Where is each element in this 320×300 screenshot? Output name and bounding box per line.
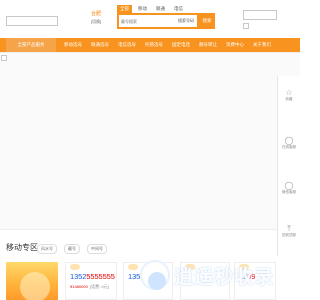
search-tab-telecom[interactable]: 电信 bbox=[171, 5, 186, 13]
card-decoration bbox=[70, 264, 80, 270]
search-tab-mobile[interactable]: 移动 bbox=[135, 5, 150, 13]
search-tab-unicom[interactable]: 联通 bbox=[153, 5, 168, 13]
nav-item-hosted[interactable]: 托管选号 bbox=[145, 38, 163, 52]
to-top-icon: ⤒ bbox=[287, 224, 291, 233]
switch-city-link[interactable]: [切换] bbox=[91, 19, 101, 25]
sidebar-label: 收藏 bbox=[285, 97, 293, 101]
search-box: 搜索号码 bbox=[117, 13, 199, 29]
nav-item-telecom[interactable]: 电信选号 bbox=[118, 38, 136, 52]
site-logo-image[interactable] bbox=[6, 16, 58, 26]
nav-all-products[interactable]: 全部产品服务 bbox=[6, 38, 56, 52]
section-filters: 风水号 靓号 中间号 bbox=[37, 244, 114, 254]
filter-middle[interactable]: 中间号 bbox=[87, 244, 107, 254]
watermark-logo-icon bbox=[140, 260, 170, 290]
filter-lucky[interactable]: 靓号 bbox=[64, 244, 80, 254]
sidebar-back-to-top[interactable]: ⤒ 回到顶部 bbox=[278, 224, 300, 238]
filter-fengshui[interactable]: 风水号 bbox=[37, 244, 57, 254]
banner-area bbox=[0, 52, 300, 230]
star-icon: ☆ bbox=[285, 88, 293, 97]
promo-decoration bbox=[20, 272, 50, 300]
nav-item-mobile[interactable]: 移动选号 bbox=[64, 38, 82, 52]
sidebar-favorite[interactable]: ☆ 收藏 bbox=[278, 88, 300, 102]
search-tabs: 全部 移动 联通 电信 bbox=[117, 5, 189, 13]
banner-image[interactable] bbox=[1, 55, 7, 61]
watermark: 逍遥秒收录 bbox=[140, 256, 280, 296]
header-small-image bbox=[243, 23, 249, 29]
chat-icon: ◯ bbox=[284, 136, 294, 145]
promo-card[interactable] bbox=[6, 262, 58, 300]
sidebar-label: 回到顶部 bbox=[282, 233, 296, 237]
search-scope-select[interactable]: 搜索号码 bbox=[178, 18, 194, 24]
nav-item-tariff[interactable]: 资费中心 bbox=[226, 38, 244, 52]
search-tab-all[interactable]: 全部 bbox=[117, 5, 132, 13]
section-title: 移动专区 bbox=[6, 243, 38, 252]
card-decoration bbox=[128, 264, 138, 270]
nav-item-about[interactable]: 关于我们 bbox=[253, 38, 271, 52]
right-sidebar: ☆ 收藏 ◯ 在线客服 ◯ 微信客服 ⤒ 回到顶部 bbox=[277, 76, 300, 256]
nav-item-transfer[interactable]: 靓号转让 bbox=[199, 38, 217, 52]
nav-item-landline[interactable]: 固定电话 bbox=[172, 38, 190, 52]
watermark-text: 逍遥秒收录 bbox=[174, 267, 275, 288]
main-nav: 全部产品服务 移动选号 联通选号 电信选号 托管选号 固定电话 靓号转让 资费中… bbox=[0, 38, 300, 52]
current-city: 合肥 bbox=[91, 11, 102, 17]
phone-number: 135 bbox=[128, 272, 141, 281]
header-right-image[interactable] bbox=[243, 10, 277, 20]
sidebar-online-service[interactable]: ◯ 在线客服 bbox=[278, 136, 300, 150]
sidebar-label: 微信客服 bbox=[282, 190, 296, 194]
number-deposit: [话费: 0元] bbox=[90, 284, 109, 289]
number-card[interactable]: 13525555555 ¥1480000 [话费: 0元] bbox=[65, 262, 117, 300]
sidebar-label: 在线客服 bbox=[282, 145, 296, 149]
search-input[interactable] bbox=[121, 17, 167, 25]
phone-number: 13525555555 bbox=[70, 272, 115, 281]
nav-item-unicom[interactable]: 联通选号 bbox=[91, 38, 109, 52]
chat-icon: ◯ bbox=[284, 181, 294, 190]
number-price: ¥1480000 bbox=[70, 284, 88, 289]
search-button[interactable]: 搜索 bbox=[199, 13, 215, 29]
sidebar-wechat-service[interactable]: ◯ 微信客服 bbox=[278, 181, 300, 195]
